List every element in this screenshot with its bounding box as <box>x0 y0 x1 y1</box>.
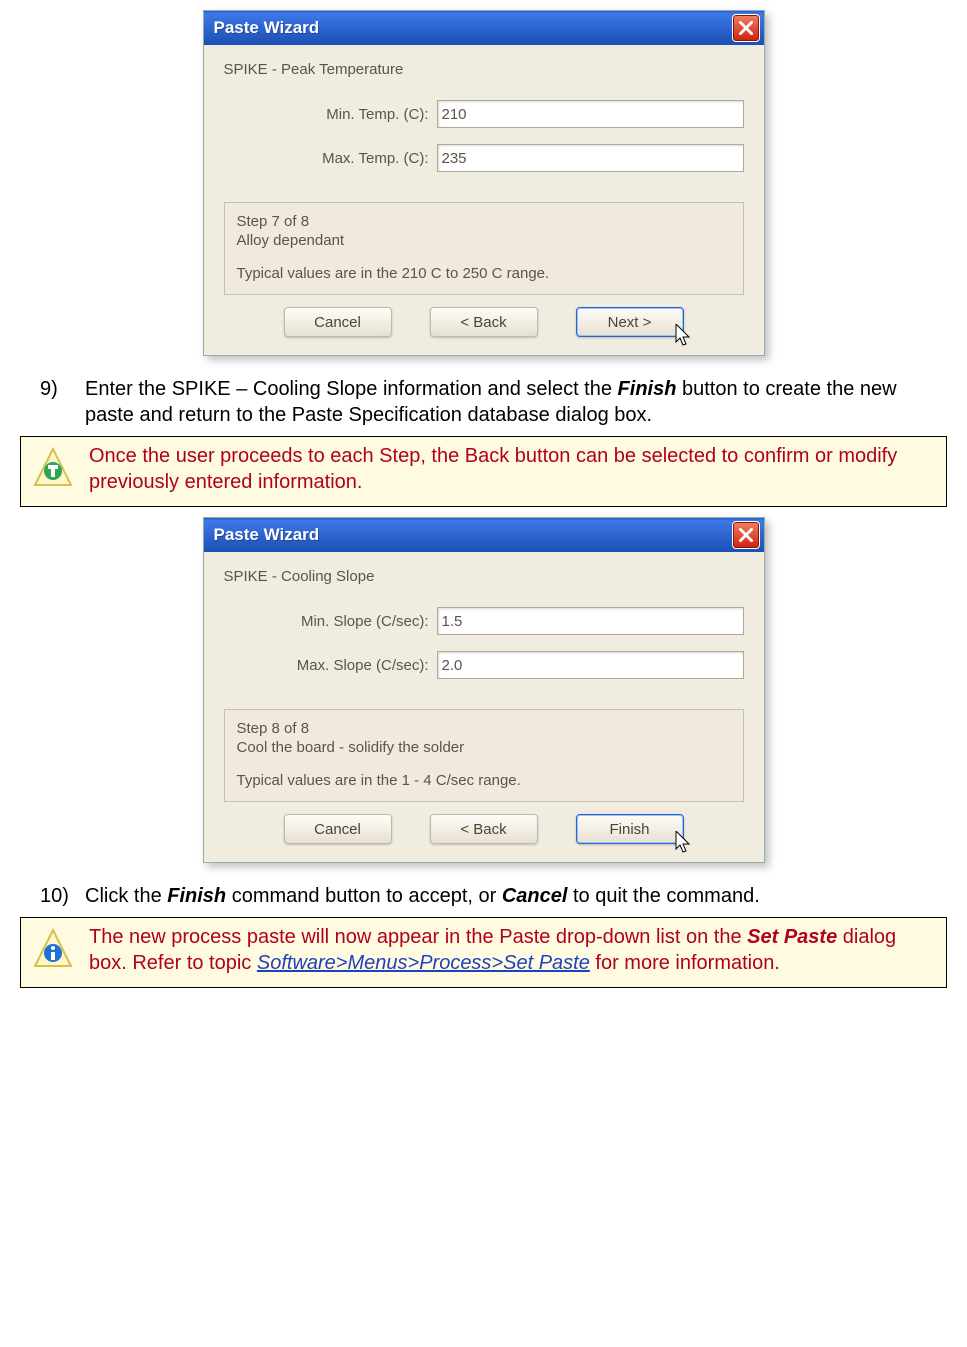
cancel-button[interactable]: Cancel <box>284 307 392 337</box>
step-number: 9) <box>40 376 85 428</box>
step-info-box: Step 7 of 8 Alloy dependant Typical valu… <box>224 202 744 295</box>
max-slope-input[interactable] <box>437 651 744 679</box>
tip-text: Once the user proceeds to each Step, the… <box>89 443 936 495</box>
paste-wizard-cooling-slope: Paste Wizard SPIKE - Cooling Slope Min. … <box>203 517 765 863</box>
finish-word: Finish <box>167 885 226 907</box>
step-info-box: Step 8 of 8 Cool the board - solidify th… <box>224 709 744 802</box>
wizard-heading: SPIKE - Peak Temperature <box>224 61 744 78</box>
wizard-heading: SPIKE - Cooling Slope <box>224 568 744 585</box>
instruction-step-9: 9) Enter the SPIKE – Cooling Slope infor… <box>40 376 937 428</box>
step-number: 10) <box>40 883 85 909</box>
min-temp-input[interactable] <box>437 100 744 128</box>
step-10-text-mid: command button to accept, or <box>226 885 502 907</box>
titlebar[interactable]: Paste Wizard <box>204 11 764 45</box>
typical-values: Typical values are in the 1 - 4 C/sec ra… <box>237 772 731 789</box>
step-10-text-before: Click the <box>85 885 167 907</box>
cursor-icon <box>675 831 693 855</box>
step-subhead: Cool the board - solidify the solder <box>237 739 731 756</box>
back-button[interactable]: < Back <box>430 307 538 337</box>
max-temp-input[interactable] <box>437 144 744 172</box>
step-counter: Step 8 of 8 <box>237 720 731 737</box>
instruction-step-10: 10) Click the Finish command button to a… <box>40 883 937 909</box>
max-slope-label: Max. Slope (C/sec): <box>254 657 437 674</box>
next-button-label: Next > <box>608 314 652 331</box>
cancel-word: Cancel <box>502 885 568 907</box>
set-paste-link[interactable]: Software>Menus>Process>Set Paste <box>257 952 590 974</box>
step-counter: Step 7 of 8 <box>237 213 731 230</box>
window-title: Paste Wizard <box>214 525 732 545</box>
step-9-text-before: Enter the SPIKE – Cooling Slope informat… <box>85 378 618 400</box>
close-icon[interactable] <box>732 521 760 549</box>
info-text-after: for more information. <box>590 952 780 974</box>
titlebar[interactable]: Paste Wizard <box>204 518 764 552</box>
next-button[interactable]: Next > <box>576 307 684 337</box>
cancel-button[interactable]: Cancel <box>284 814 392 844</box>
set-paste-word: Set Paste <box>747 926 837 948</box>
paste-wizard-peak-temperature: Paste Wizard SPIKE - Peak Temperature Mi… <box>203 10 765 356</box>
back-button[interactable]: < Back <box>430 814 538 844</box>
max-temp-label: Max. Temp. (C): <box>254 150 437 167</box>
tip-note-back-button: Once the user proceeds to each Step, the… <box>20 436 947 507</box>
info-icon <box>31 928 75 979</box>
info-text-before: The new process paste will now appear in… <box>89 926 747 948</box>
tip-icon <box>31 447 75 498</box>
finish-button-label: Finish <box>609 821 649 838</box>
typical-values: Typical values are in the 210 C to 250 C… <box>237 265 731 282</box>
min-slope-input[interactable] <box>437 607 744 635</box>
min-slope-label: Min. Slope (C/sec): <box>254 613 437 630</box>
close-icon[interactable] <box>732 14 760 42</box>
cursor-icon <box>675 324 693 348</box>
info-note-set-paste: The new process paste will now appear in… <box>20 917 947 988</box>
step-subhead: Alloy dependant <box>237 232 731 249</box>
step-10-text-after: to quit the command. <box>567 885 759 907</box>
window-title: Paste Wizard <box>214 18 732 38</box>
finish-word: Finish <box>618 378 677 400</box>
finish-button[interactable]: Finish <box>576 814 684 844</box>
min-temp-label: Min. Temp. (C): <box>254 106 437 123</box>
